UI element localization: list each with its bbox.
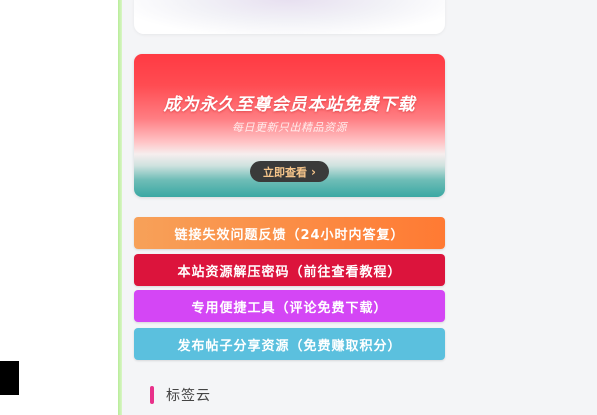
- share-post-link-label: 发布帖子分享资源（免费赚取积分）: [177, 338, 402, 354]
- left-content-area: [0, 0, 118, 415]
- top-widget-card: [134, 0, 445, 34]
- promo-title: 成为永久至尊会员本站免费下载: [163, 95, 416, 115]
- unzip-password-link-label: 本站资源解压密码（前往查看教程）: [177, 264, 402, 280]
- vip-promo-banner[interactable]: 成为永久至尊会员本站免费下载 每日更新只出精品资源 立即查看 ›: [134, 54, 445, 197]
- feedback-link-label: 链接失效问题反馈（24小时内答复）: [174, 227, 405, 243]
- promo-view-button[interactable]: 立即查看 ›: [250, 161, 329, 182]
- chevron-right-icon: ›: [311, 164, 316, 179]
- feedback-link-button[interactable]: 链接失效问题反馈（24小时内答复）: [134, 217, 445, 249]
- unzip-password-link-button[interactable]: 本站资源解压密码（前往查看教程）: [134, 254, 445, 286]
- tools-link-label: 专用便捷工具（评论免费下载）: [191, 300, 388, 316]
- promo-subtitle: 每日更新只出精品资源: [232, 121, 347, 134]
- floating-black-block: [0, 361, 19, 395]
- tag-cloud-heading: 标签云: [150, 385, 211, 405]
- heading-accent-bar: [150, 386, 154, 404]
- promo-view-label: 立即查看: [263, 165, 308, 179]
- share-post-link-button[interactable]: 发布帖子分享资源（免费赚取积分）: [134, 328, 445, 360]
- tag-cloud-title: 标签云: [166, 388, 211, 404]
- tools-link-button[interactable]: 专用便捷工具（评论免费下载）: [134, 290, 445, 322]
